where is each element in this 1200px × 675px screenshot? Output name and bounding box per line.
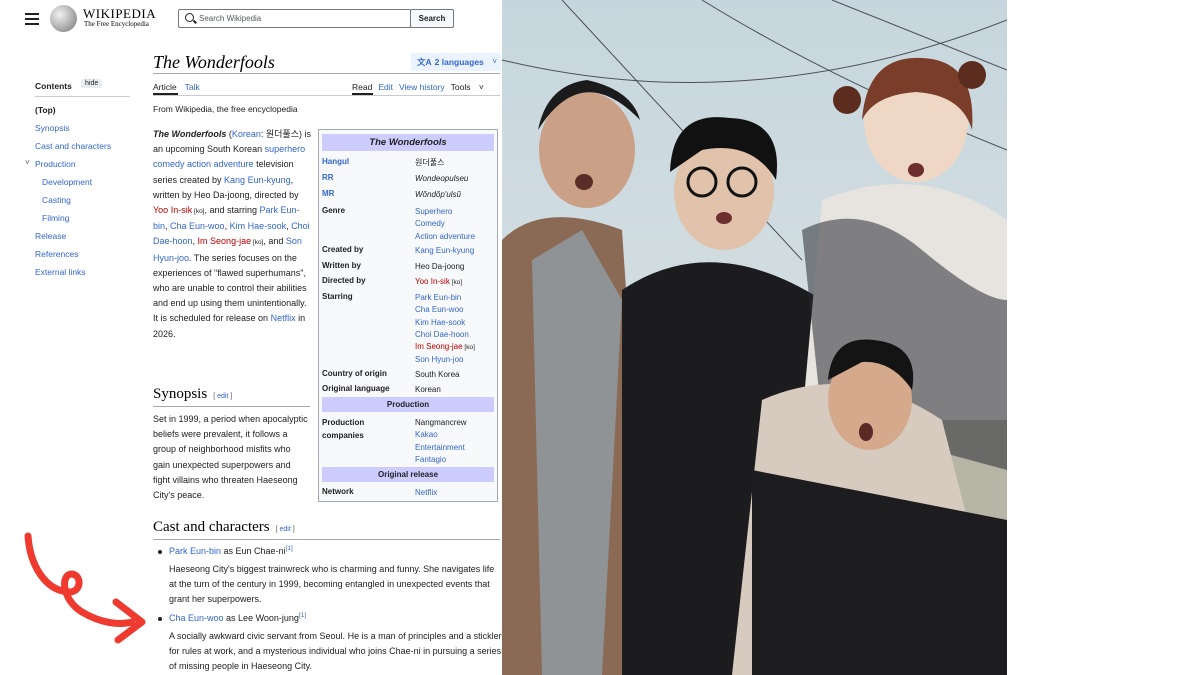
blank-margin <box>1007 0 1200 675</box>
toc-item-synopsis[interactable]: Synopsis <box>35 123 70 133</box>
infobox-value: South Korea <box>415 370 460 379</box>
infobox-label: Genre <box>322 206 346 215</box>
infobox-label: Network <box>322 487 354 496</box>
chevron-down-icon: ˅ <box>478 82 484 92</box>
toc-heading: Contents <box>35 81 72 91</box>
infobox-value[interactable]: Yoo In-sik [ko] <box>415 276 462 289</box>
section-heading-synopsis: Synopsis[ edit ] <box>153 386 233 402</box>
infobox-label: Created by <box>322 245 364 254</box>
link-korean[interactable]: Korean <box>232 129 261 139</box>
infobox-label: Directed by <box>322 276 366 285</box>
wikipedia-page: WIKIPEDIA The Free Encyclopedia Search W… <box>0 0 502 675</box>
edit-link[interactable]: edit <box>280 526 291 533</box>
infobox-title: The Wonderfools <box>322 134 494 151</box>
cast-item: Park Eun-bin as Eun Chae-ni[1] <box>169 545 293 556</box>
infobox-label: Country of origin <box>322 369 387 378</box>
tab-article[interactable]: Article <box>153 82 177 92</box>
infobox-value: Wondeopulseu <box>415 174 469 183</box>
link-cast[interactable]: Kim Hae-sook <box>230 221 287 231</box>
synopsis-text: Set in 1999, a period when apocalyptic b… <box>153 414 308 501</box>
infobox-label[interactable]: RR <box>322 173 334 182</box>
divider <box>35 96 130 97</box>
infobox-link[interactable]: Kang Eun-kyung <box>415 245 474 257</box>
logo-tagline: The Free Encyclopedia <box>84 20 149 28</box>
divider <box>153 406 310 407</box>
toc-item-cast[interactable]: Cast and characters <box>35 141 111 151</box>
cast-photo-illustration <box>502 0 1007 675</box>
cast-link[interactable]: Cha Eun-woo <box>169 613 224 623</box>
tab-read[interactable]: Read <box>352 82 372 92</box>
infobox-label: Written by <box>322 261 361 270</box>
search-icon <box>185 13 194 22</box>
tagline: From Wikipedia, the free encyclopedia <box>153 104 298 114</box>
toc-hide-button[interactable]: hide <box>81 79 103 88</box>
toc-item-development[interactable]: Development <box>42 177 92 187</box>
infobox-value: Heo Da-joong <box>415 262 465 271</box>
cast-item: Cha Eun-woo as Lee Woon-jung[1] <box>169 612 307 623</box>
edit-link[interactable]: edit <box>217 393 228 400</box>
search-placeholder: Search Wikipedia <box>199 14 262 23</box>
redlink-cast[interactable]: Im Seong-jae <box>198 236 252 246</box>
toc-item-release[interactable]: Release <box>35 231 66 241</box>
divider <box>153 73 500 74</box>
list-bullet <box>158 617 162 621</box>
infobox-starring-list[interactable]: Park Eun-bin Cha Eun-woo Kim Hae-sook Ch… <box>415 292 475 367</box>
toc-item-production[interactable]: Production <box>35 159 76 169</box>
infobox-value: Korean <box>415 385 441 394</box>
infobox-label: Starring <box>322 292 353 301</box>
link-netflix[interactable]: Netflix <box>271 313 296 323</box>
tab-tools[interactable]: Tools ˅ <box>451 82 490 92</box>
list-bullet <box>158 550 162 554</box>
toc-item-top[interactable]: (Top) <box>35 105 56 115</box>
toc-item-references[interactable]: References <box>35 249 78 259</box>
link-cast[interactable]: Cha Eun-woo <box>170 221 225 231</box>
infobox-link[interactable]: Netflix <box>415 487 437 499</box>
divider <box>153 539 500 540</box>
toc-item-casting[interactable]: Casting <box>42 195 71 205</box>
divider <box>153 95 500 96</box>
infobox-link[interactable]: Superhero Comedy Action adventure <box>415 206 475 243</box>
chevron-down-icon[interactable]: ˅ <box>25 158 30 167</box>
wikipedia-globe-logo[interactable] <box>50 5 77 32</box>
toc-item-external-links[interactable]: External links <box>35 267 86 277</box>
infobox-label: Production companies <box>322 418 365 440</box>
infobox-section-band: Original release <box>322 467 494 482</box>
tab-talk[interactable]: Talk <box>185 82 200 92</box>
link-creator[interactable]: Kang Eun-kyung <box>224 175 291 185</box>
search-button[interactable]: Search <box>410 9 454 28</box>
search-input[interactable]: Search Wikipedia <box>178 9 411 28</box>
toc-item-filming[interactable]: Filming <box>42 213 69 223</box>
languages-button[interactable]: 文A 2 languages ˅ <box>411 53 501 71</box>
promo-photo <box>502 0 1007 675</box>
tab-view-history[interactable]: View history <box>399 82 445 92</box>
infobox-companies[interactable]: Nangmancrew Kakao Entertainment Fantagio <box>415 417 467 466</box>
ref-link[interactable]: [1] <box>299 612 306 619</box>
chevron-down-icon: ˅ <box>492 57 497 66</box>
translate-icon: 文A <box>417 57 432 67</box>
infobox-label[interactable]: MR <box>322 189 334 198</box>
infobox-label: Original language <box>322 384 390 393</box>
cast-link[interactable]: Park Eun-bin <box>169 546 221 556</box>
tab-edit[interactable]: Edit <box>378 82 393 92</box>
infobox: The Wonderfools Hangul 원더풀스 RR Wondeopul… <box>318 129 498 502</box>
red-arrow-annotation <box>24 532 146 644</box>
page-title: The Wonderfools <box>153 52 275 72</box>
menu-icon[interactable] <box>25 13 39 25</box>
cast-description: Haeseong City's biggest trainwreck who i… <box>169 564 495 605</box>
redlink-director[interactable]: Yoo In-sik <box>153 205 192 215</box>
infobox-section-band: Production <box>322 397 494 412</box>
infobox-value: Wŏndŏp'ulsŭ <box>415 190 461 199</box>
ref-link[interactable]: [1] <box>286 545 293 552</box>
cast-description: A socially awkward civic servant from Se… <box>169 631 502 672</box>
infobox-label[interactable]: Hangul <box>322 157 349 166</box>
infobox-value: 원더풀스 <box>415 158 445 167</box>
section-heading-cast: Cast and characters[ edit ] <box>153 519 295 535</box>
lead-paragraph: The Wonderfools (Korean: 원더풀스) is an upc… <box>153 129 311 339</box>
